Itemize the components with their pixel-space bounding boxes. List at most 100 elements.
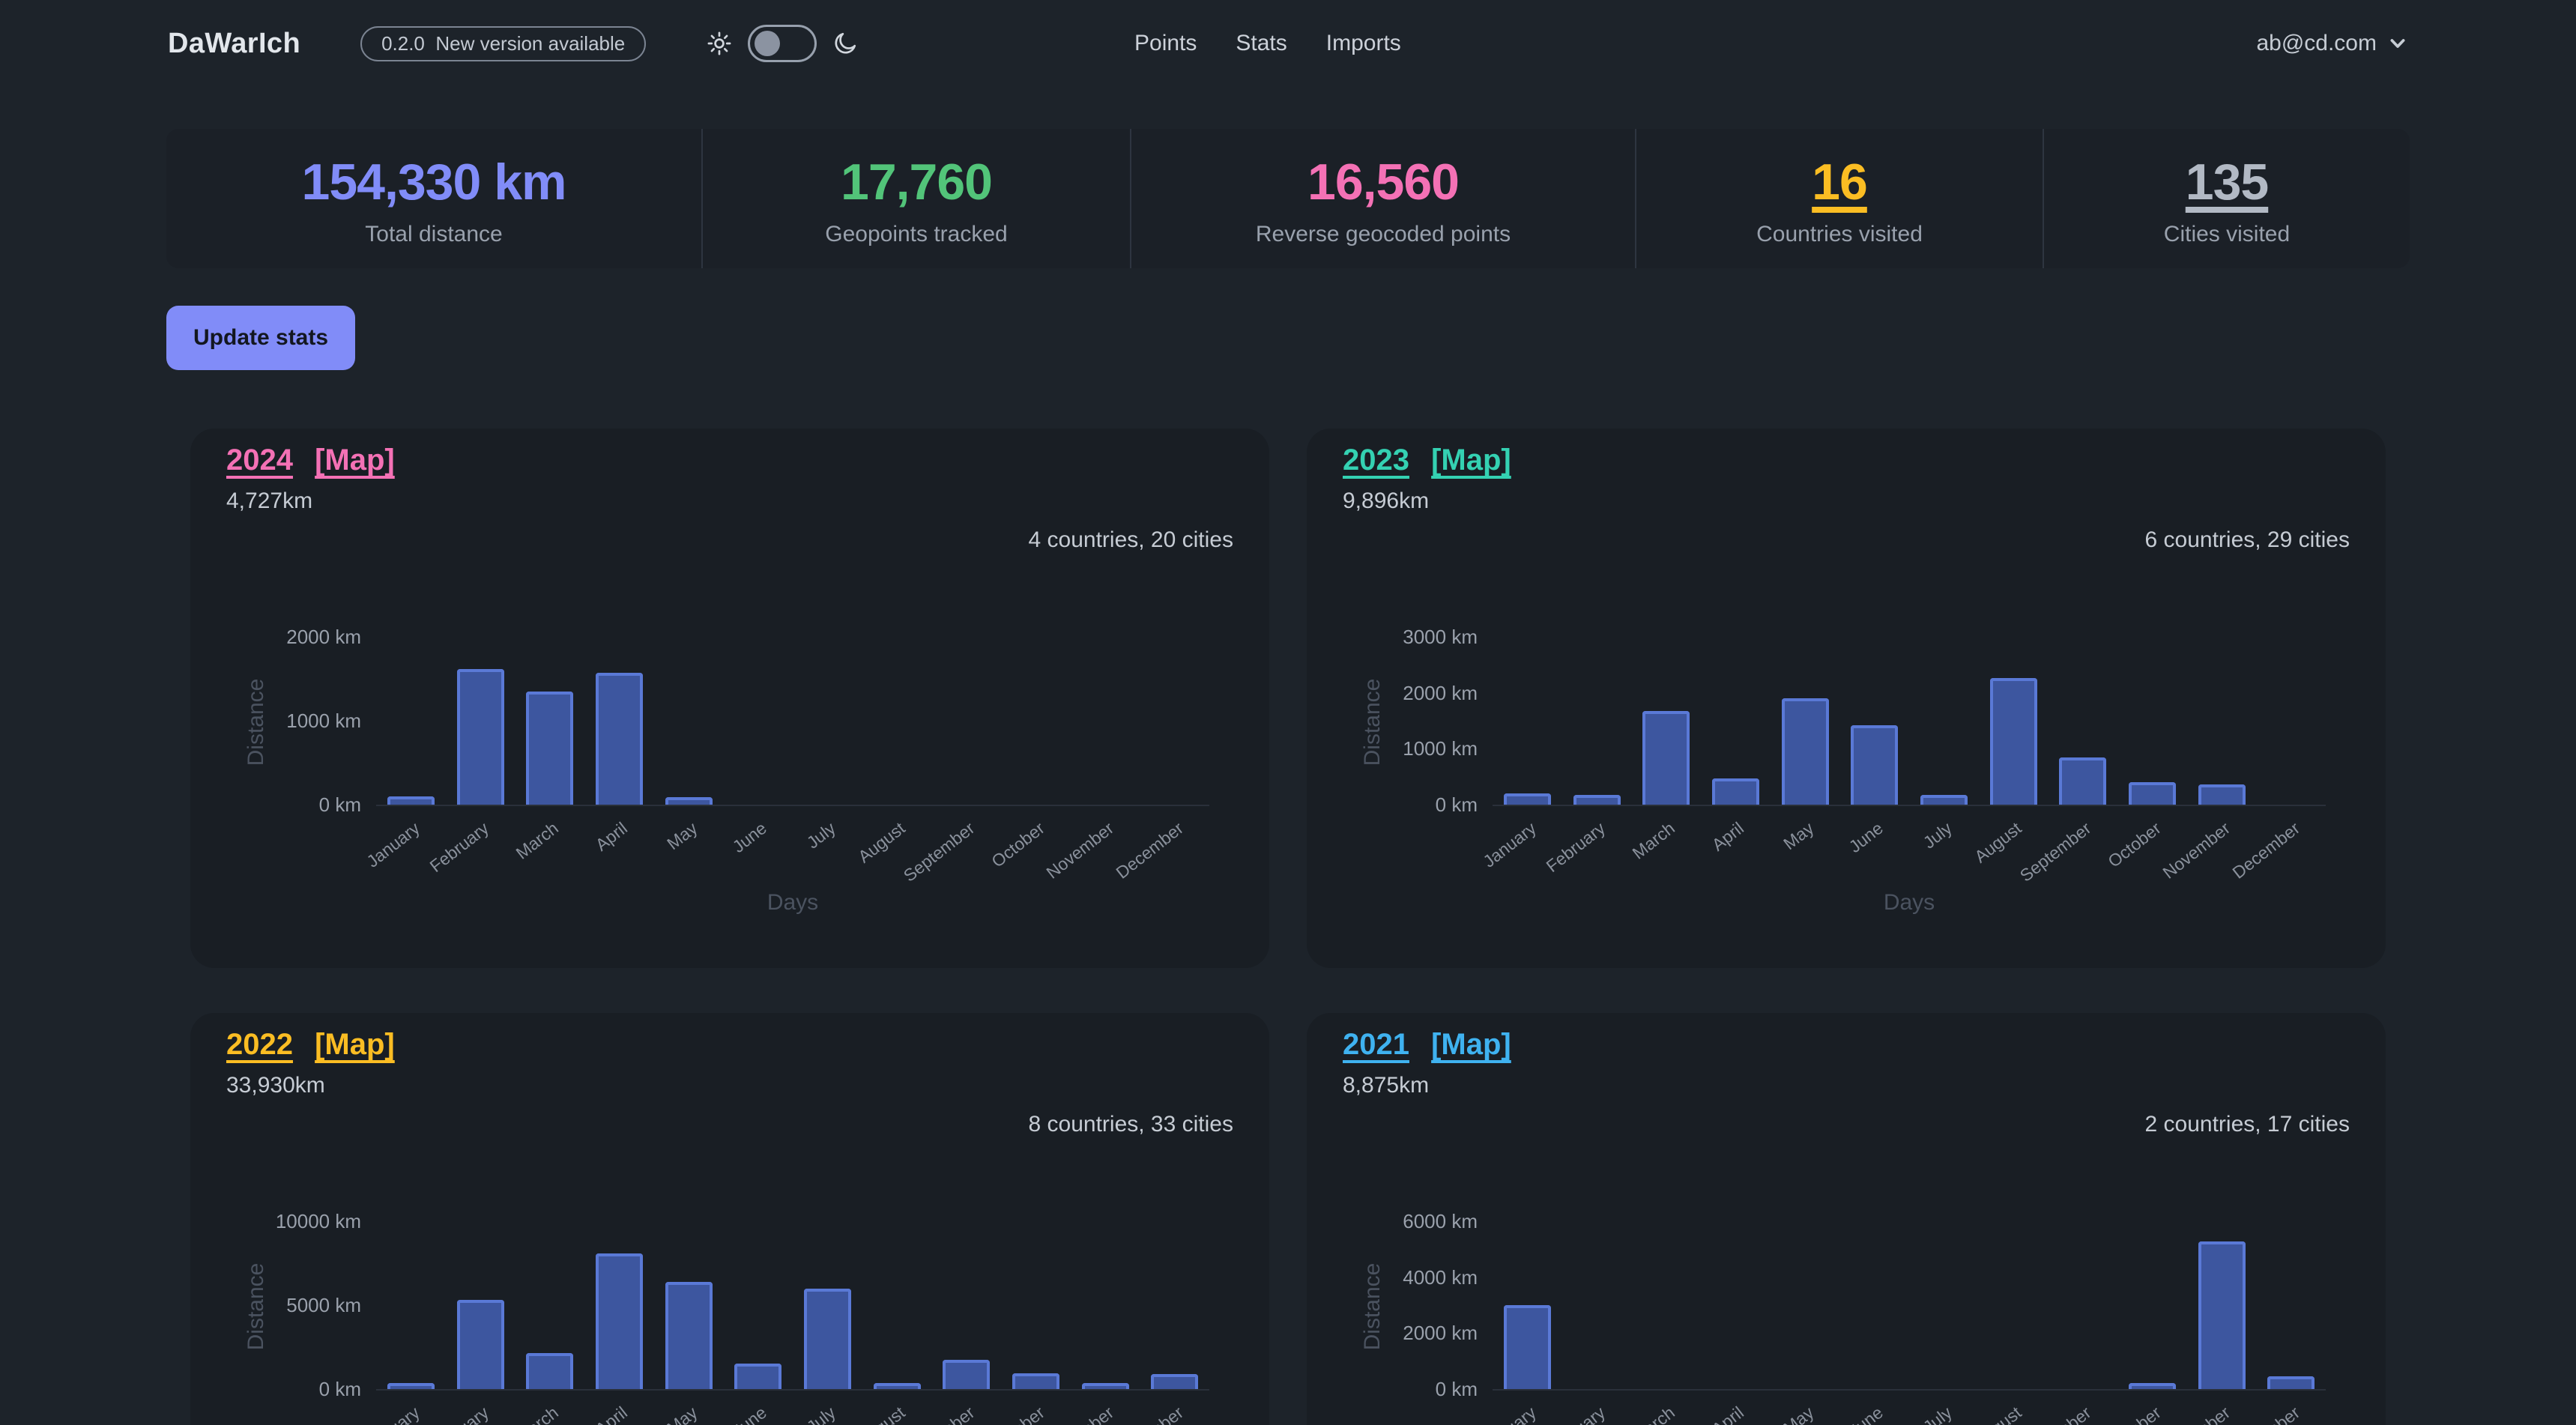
bar-slot: May <box>654 1223 724 1389</box>
main-content: 154,330 km Total distance 17,760 Geopoin… <box>0 129 2576 1425</box>
bar-december <box>2267 1376 2315 1389</box>
bar-slot: November <box>1071 638 1140 805</box>
bar-april <box>1712 778 1759 805</box>
user-menu[interactable]: ab@cd.com <box>2256 31 2408 56</box>
stat-label: Cities visited <box>2164 222 2290 247</box>
bar-april <box>596 1253 643 1389</box>
update-stats-button[interactable]: Update stats <box>166 306 355 370</box>
bar-slot: October <box>1001 638 1071 805</box>
nav-link-points[interactable]: Points <box>1134 31 1197 56</box>
bar-july <box>804 1289 851 1389</box>
x-tick-label: August <box>1971 818 2026 867</box>
nav-link-imports[interactable]: Imports <box>1326 31 1401 56</box>
bars-container: JanuaryFebruaryMarchAprilMayJuneJulyAugu… <box>376 1223 1209 1389</box>
summary-stats: 154,330 km Total distance 17,760 Geopoin… <box>166 129 2410 268</box>
bar-slot: December <box>1140 638 1209 805</box>
bar-april <box>596 673 643 805</box>
chevron-down-icon <box>2387 33 2408 54</box>
x-tick-label: May <box>663 818 701 854</box>
x-tick-label: August <box>1971 1403 2026 1425</box>
x-tick-label: May <box>1780 818 1818 854</box>
bar-may <box>665 1282 713 1389</box>
moon-icon <box>832 30 859 57</box>
cities-visited-link[interactable]: 135 <box>2186 153 2268 211</box>
x-tick-label: June <box>1845 1403 1887 1425</box>
x-tick-label: November <box>1042 818 1117 883</box>
bar-slot: September <box>2048 638 2117 805</box>
countries-visited-link[interactable]: 16 <box>1812 153 1867 211</box>
bar-slot: November <box>2187 638 2257 805</box>
plot-area: JanuaryFebruaryMarchAprilMayJuneJulyAugu… <box>376 1223 1209 1391</box>
bar-slot: May <box>1771 1223 1840 1389</box>
x-tick-label: March <box>1628 1403 1678 1425</box>
bar-slot: June <box>1839 1223 1909 1389</box>
x-tick-label: September <box>2016 818 2095 886</box>
bar-slot: March <box>515 1223 584 1389</box>
x-tick-label: April <box>1708 818 1748 856</box>
bar-slot: June <box>723 1223 793 1389</box>
bar-slot: June <box>723 638 793 805</box>
distance-chart-2023: Distance JanuaryFebruaryMarchAprilMayJun… <box>1307 429 2386 968</box>
year-card-2023: 2023 [Map] 9,896km 6 countries, 29 citie… <box>1307 429 2386 968</box>
bar-august <box>1990 678 2037 805</box>
bar-november <box>2198 784 2246 805</box>
version-badge[interactable]: 0.2.0 New version available <box>360 26 646 61</box>
bar-slot: March <box>1631 1223 1701 1389</box>
theme-toggle[interactable] <box>748 25 817 62</box>
year-cards-grid: 2024 [Map] 4,727km 4 countries, 20 citie… <box>166 429 2410 1425</box>
bar-slot: March <box>515 638 584 805</box>
bar-slot: May <box>1771 638 1840 805</box>
year-card-2022: 2022 [Map] 33,930km 8 countries, 33 citi… <box>190 1013 1269 1425</box>
x-tick-label: November <box>2159 1403 2234 1425</box>
bar-slot: August <box>1979 638 2049 805</box>
x-tick-label: October <box>2104 1403 2165 1425</box>
stat-label: Reverse geocoded points <box>1256 222 1511 247</box>
stat-countries-visited: 16 Countries visited <box>1635 129 2043 268</box>
user-email: ab@cd.com <box>2256 31 2377 56</box>
x-tick-label: February <box>426 1403 492 1425</box>
distance-chart-2021: Distance JanuaryFebruaryMarchAprilMayJun… <box>1307 1013 2386 1425</box>
y-axis-title: Distance <box>244 1263 269 1351</box>
bar-slot: April <box>1701 1223 1771 1389</box>
bar-slot: January <box>1493 1223 1562 1389</box>
bars-container: JanuaryFebruaryMarchAprilMayJuneJulyAugu… <box>1493 638 2326 805</box>
y-tick-label: 1000 km <box>286 710 361 733</box>
x-tick-label: April <box>592 818 632 856</box>
stat-value: 16,560 <box>1307 153 1459 211</box>
bar-february <box>457 1300 504 1389</box>
y-axis-title: Distance <box>1360 1263 1385 1351</box>
x-tick-label: March <box>512 818 562 864</box>
bar-slot: November <box>2187 1223 2257 1389</box>
y-axis-title: Distance <box>244 679 269 766</box>
x-tick-label: March <box>512 1403 562 1425</box>
bar-slot: July <box>1909 1223 1979 1389</box>
x-tick-label: January <box>363 818 423 872</box>
bar-slot: March <box>1631 638 1701 805</box>
bars-container: JanuaryFebruaryMarchAprilMayJuneJulyAugu… <box>376 638 1209 805</box>
bar-january <box>1504 1305 1551 1389</box>
x-tick-label: October <box>988 1403 1048 1425</box>
bar-january <box>387 796 435 805</box>
bar-june <box>734 1364 781 1389</box>
bar-slot: July <box>1909 638 1979 805</box>
bar-january <box>387 1383 435 1389</box>
app-logo[interactable]: DaWarIch <box>168 28 300 60</box>
x-tick-label: May <box>663 1403 701 1425</box>
bar-slot: September <box>931 638 1001 805</box>
bar-slot: February <box>446 638 515 805</box>
bar-slot: December <box>1140 1223 1209 1389</box>
y-tick-label: 2000 km <box>1403 1322 1478 1345</box>
y-tick-label: 4000 km <box>1403 1266 1478 1289</box>
theme-switcher <box>706 25 859 62</box>
bar-october <box>2129 1383 2176 1389</box>
x-tick-label: January <box>1479 818 1540 872</box>
y-axis-title: Distance <box>1360 679 1385 766</box>
bar-august <box>874 1383 921 1389</box>
x-tick-label: November <box>1042 1403 1117 1425</box>
nav-link-stats[interactable]: Stats <box>1236 31 1287 56</box>
bar-slot: February <box>1562 638 1632 805</box>
bars-container: JanuaryFebruaryMarchAprilMayJuneJulyAugu… <box>1493 1223 2326 1389</box>
bar-september <box>943 1360 990 1389</box>
plot-area: JanuaryFebruaryMarchAprilMayJuneJulyAugu… <box>376 638 1209 806</box>
y-tick-label: 0 km <box>1436 793 1478 817</box>
